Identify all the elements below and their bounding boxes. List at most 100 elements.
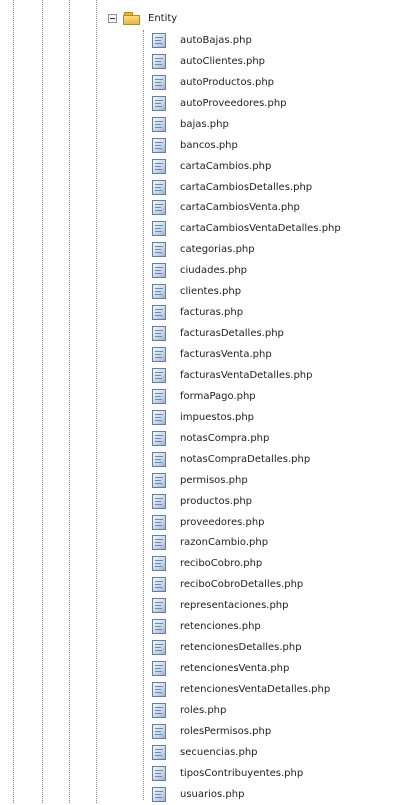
file-label: notasCompraDetalles.php	[180, 453, 311, 465]
file-item[interactable]: retencionesDetalles.php	[152, 637, 341, 658]
file-label: productos.php	[180, 495, 253, 507]
file-label: cartaCambiosVentaDetalles.php	[180, 223, 341, 235]
file-item[interactable]: cartaCambios.php	[152, 156, 341, 177]
file-item[interactable]: clientes.php	[152, 281, 341, 302]
file-item[interactable]: facturas.php	[152, 302, 341, 323]
file-item[interactable]: permisos.php	[152, 470, 341, 491]
file-label: ciudades.php	[180, 265, 248, 277]
php-file-icon	[152, 74, 166, 90]
file-label: autoProductos.php	[180, 76, 275, 88]
file-item[interactable]: representaciones.php	[152, 595, 341, 616]
file-item[interactable]: formaPago.php	[152, 386, 341, 407]
file-item[interactable]: facturasDetalles.php	[152, 323, 341, 344]
php-file-icon	[152, 158, 166, 174]
php-file-icon	[152, 430, 166, 446]
php-file-icon	[152, 200, 166, 216]
php-file-icon	[152, 179, 166, 195]
file-item[interactable]: reciboCobroDetalles.php	[152, 574, 341, 595]
file-item[interactable]: bancos.php	[152, 135, 341, 156]
file-label: cartaCambiosVenta.php	[180, 202, 300, 214]
file-item[interactable]: roles.php	[152, 700, 341, 721]
tree-guide-line	[96, 0, 97, 803]
file-item[interactable]: cartaCambiosVenta.php	[152, 198, 341, 219]
php-file-icon	[152, 765, 166, 781]
file-item[interactable]: razonCambio.php	[152, 533, 341, 554]
tree-guide-line	[42, 0, 43, 803]
file-label: categorias.php	[180, 244, 255, 256]
folder-node-entity[interactable]: Entity	[108, 8, 177, 28]
file-item[interactable]: bajas.php	[152, 114, 341, 135]
project-tree: Entity autoBajas.php autoClientes.php auto…	[0, 0, 404, 803]
tree-guide-line	[13, 0, 14, 803]
file-item[interactable]: tiposContribuyentes.php	[152, 763, 341, 784]
php-file-icon	[152, 284, 166, 300]
file-item[interactable]: ciudades.php	[152, 260, 341, 281]
file-item[interactable]: facturasVenta.php	[152, 344, 341, 365]
php-file-icon	[152, 242, 166, 258]
php-file-icon	[152, 472, 166, 488]
php-file-icon	[152, 723, 166, 739]
file-label: representaciones.php	[180, 600, 289, 612]
file-label: bajas.php	[180, 118, 229, 130]
file-label: usuarios.php	[180, 788, 245, 800]
file-item[interactable]: autoClientes.php	[152, 51, 341, 72]
file-label: notasCompra.php	[180, 432, 270, 444]
folder-open-icon	[123, 11, 141, 25]
file-label: cartaCambiosDetalles.php	[180, 181, 313, 193]
file-item[interactable]: impuestos.php	[152, 407, 341, 428]
tree-guide-line	[143, 30, 144, 800]
php-file-icon	[152, 577, 166, 593]
file-label: clientes.php	[180, 286, 242, 298]
file-item[interactable]: autoBajas.php	[152, 30, 341, 51]
php-file-icon	[152, 32, 166, 48]
php-file-icon	[152, 640, 166, 656]
folder-label: Entity	[148, 12, 178, 24]
file-item[interactable]: rolesPermisos.php	[152, 721, 341, 742]
file-item[interactable]: cartaCambiosVentaDetalles.php	[152, 218, 341, 239]
file-item[interactable]: cartaCambiosDetalles.php	[152, 177, 341, 198]
file-label: autoClientes.php	[180, 55, 266, 67]
file-item[interactable]: notasCompra.php	[152, 428, 341, 449]
php-file-icon	[152, 388, 166, 404]
file-item[interactable]: productos.php	[152, 491, 341, 512]
php-file-icon	[152, 451, 166, 467]
file-label: secuencias.php	[180, 746, 258, 758]
file-item[interactable]: secuencias.php	[152, 742, 341, 763]
file-label: reciboCobro.php	[180, 558, 263, 570]
file-item[interactable]: autoProveedores.php	[152, 93, 341, 114]
php-file-icon	[152, 661, 166, 677]
file-item[interactable]: proveedores.php	[152, 512, 341, 533]
file-item[interactable]: usuarios.php	[152, 784, 341, 805]
php-file-icon	[152, 493, 166, 509]
file-item[interactable]: retencionesVentaDetalles.php	[152, 679, 341, 700]
php-file-icon	[152, 598, 166, 614]
file-label: facturasVentaDetalles.php	[180, 369, 313, 381]
php-file-icon	[152, 682, 166, 698]
file-item[interactable]: facturasVentaDetalles.php	[152, 365, 341, 386]
php-file-icon	[152, 347, 166, 363]
php-file-icon	[152, 53, 166, 69]
file-label: facturasVenta.php	[180, 349, 272, 361]
php-file-icon	[152, 367, 166, 383]
file-item[interactable]: retenciones.php	[152, 616, 341, 637]
file-label: facturasDetalles.php	[180, 328, 284, 340]
file-item[interactable]: notasCompraDetalles.php	[152, 449, 341, 470]
file-label: rolesPermisos.php	[180, 725, 272, 737]
file-item[interactable]: reciboCobro.php	[152, 553, 341, 574]
php-file-icon	[152, 326, 166, 342]
file-label: autoProveedores.php	[180, 97, 287, 109]
file-label: formaPago.php	[180, 390, 256, 402]
file-item[interactable]: categorias.php	[152, 239, 341, 260]
file-label: impuestos.php	[180, 411, 255, 423]
php-file-icon	[152, 95, 166, 111]
file-item[interactable]: retencionesVenta.php	[152, 658, 341, 679]
file-label: roles.php	[180, 704, 227, 716]
php-file-icon	[152, 409, 166, 425]
php-file-icon	[152, 514, 166, 530]
file-label: retencionesVentaDetalles.php	[180, 684, 331, 696]
php-file-icon	[152, 556, 166, 572]
collapse-toggle-icon[interactable]	[108, 13, 117, 23]
file-item[interactable]: autoProductos.php	[152, 72, 341, 93]
php-file-icon	[152, 305, 166, 321]
file-list: autoBajas.php autoClientes.php autoProduct…	[152, 30, 341, 805]
